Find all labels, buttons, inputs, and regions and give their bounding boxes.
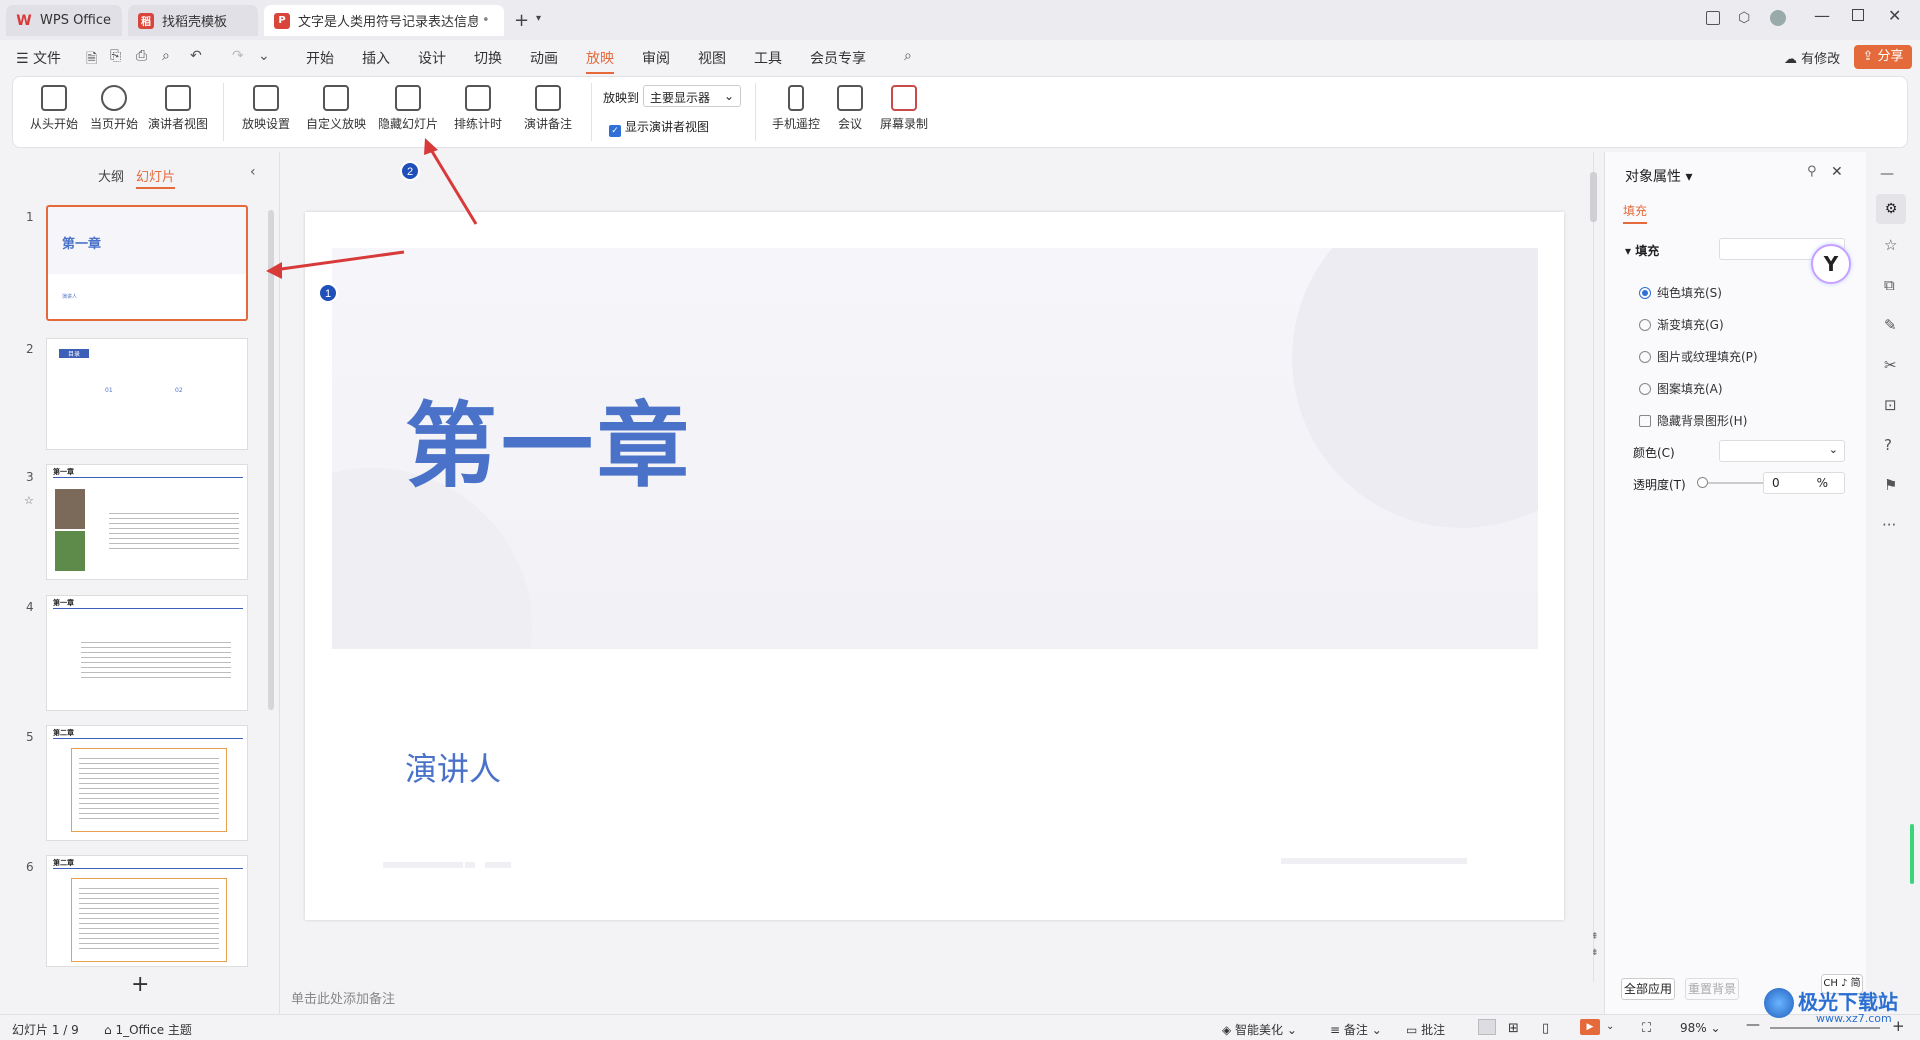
arrow-head-icon — [424, 138, 438, 155]
transparency-input[interactable]: 0% — [1763, 472, 1845, 494]
checkbox-icon — [1639, 415, 1651, 427]
transparency-unit: % — [1816, 476, 1828, 490]
badge-number: 1 — [325, 288, 331, 300]
pane-title[interactable]: 对象属性 ▾ — [1625, 166, 1692, 186]
section-label: 填充 — [1635, 244, 1660, 258]
slide-counter: 幻灯片 1 / 9 — [12, 1023, 79, 1037]
option-gradient-fill[interactable]: 渐变填充(G) — [1639, 316, 1724, 333]
fit-icon[interactable]: ⛶ — [1642, 1021, 1651, 1036]
zoom-value: 98% — [1680, 1021, 1707, 1035]
smart-beautify[interactable]: ◈ 智能美化 ⌄ — [1222, 1021, 1297, 1038]
shirt-icon[interactable]: ⚑ — [1884, 476, 1897, 494]
book-icon[interactable]: ⊡ — [1884, 396, 1897, 414]
comments-label: 批注 — [1421, 1023, 1446, 1037]
chevron-down-icon: ⌄ — [1828, 443, 1838, 456]
radio-icon — [1639, 319, 1651, 331]
reset-background-button[interactable]: 重置背景 — [1685, 978, 1739, 1000]
theme-name[interactable]: ⌂ 1_Office 主题 — [104, 1021, 192, 1038]
option-label: 隐藏背景图形(H) — [1657, 414, 1748, 428]
tools-icon[interactable]: ✂ — [1884, 356, 1897, 374]
zoom-out-icon[interactable]: — — [1746, 1017, 1760, 1033]
watermark-logo-icon — [1764, 988, 1794, 1018]
pane-title-label: 对象属性 — [1625, 169, 1681, 185]
transparency-value: 0 — [1772, 476, 1780, 490]
comments-toggle[interactable]: ▭ 批注 — [1406, 1021, 1445, 1038]
option-label: 图案填充(A) — [1657, 382, 1723, 396]
option-pattern-fill[interactable]: 图案填充(A) — [1639, 380, 1723, 397]
apply-all-button[interactable]: 全部应用 — [1621, 978, 1675, 1000]
object-properties-pane: 对象属性 ▾ ⚲ ✕ 填充 ▾ 填充 Y 纯色填充(S) 渐变填充(G) 图片或… — [1604, 152, 1866, 1014]
chevron-down-icon[interactable]: ⌄ — [1606, 1021, 1614, 1032]
theme-label: 1_Office 主题 — [115, 1023, 192, 1037]
reading-view-icon[interactable]: ▯ — [1542, 1021, 1549, 1036]
badge-number: 2 — [407, 166, 413, 178]
hide-background-checkbox[interactable]: 隐藏背景图形(H) — [1639, 412, 1747, 429]
pin-icon[interactable]: ⚲ — [1807, 164, 1817, 179]
properties-icon[interactable]: ⚙ — [1876, 194, 1906, 224]
option-label: 渐变填充(G) — [1657, 318, 1724, 332]
arrow-head-icon — [266, 262, 282, 279]
edit-icon[interactable]: ✎ — [1884, 316, 1897, 334]
fill-section-header[interactable]: ▾ 填充 — [1625, 242, 1659, 259]
option-label: 纯色填充(S) — [1657, 286, 1722, 300]
option-picture-fill[interactable]: 图片或纹理填充(P) — [1639, 348, 1758, 365]
sorter-view-icon[interactable]: ⊞ — [1508, 1021, 1519, 1036]
zoom-level[interactable]: 98% ⌄ — [1680, 1021, 1721, 1035]
more-icon[interactable]: ··· — [1882, 516, 1896, 534]
annotation-arrow-1 — [273, 250, 405, 272]
annotation-arrow-2 — [428, 147, 478, 225]
color-label: 颜色(C) — [1633, 446, 1675, 460]
watermark-url: www.xz7.com — [1816, 1012, 1892, 1025]
option-label: 图片或纹理填充(P) — [1657, 350, 1758, 364]
radio-icon — [1639, 287, 1651, 299]
progress-indicator — [1910, 824, 1914, 884]
status-bar: 幻灯片 1 / 9 ⌂ 1_Office 主题 ◈ 智能美化 ⌄ ≡ 备注 ⌄ … — [0, 1014, 1920, 1040]
star-icon[interactable]: ☆ — [1884, 236, 1897, 254]
side-toolbar: — ⚙ ☆ ⧉ ✎ ✂ ⊡ ? ⚑ ··· — [1866, 152, 1920, 1014]
radio-icon — [1639, 383, 1651, 395]
close-pane-icon[interactable]: ✕ — [1831, 164, 1843, 180]
normal-view-icon[interactable] — [1478, 1019, 1496, 1035]
beautify-label: 智能美化 — [1235, 1023, 1284, 1037]
transparency-label: 透明度(T) — [1633, 478, 1686, 492]
notes-toggle[interactable]: ≡ 备注 ⌄ — [1330, 1021, 1382, 1038]
copy-icon[interactable]: ⧉ — [1884, 276, 1895, 294]
color-select[interactable]: ⌄ — [1719, 440, 1845, 462]
assistant-icon[interactable]: Y — [1811, 244, 1851, 284]
help-icon[interactable]: ? — [1884, 436, 1892, 454]
notes-label: 备注 — [1343, 1023, 1368, 1037]
radio-icon — [1639, 351, 1651, 363]
collapse-icon[interactable]: — — [1880, 166, 1894, 182]
play-icon[interactable]: ▶ — [1580, 1019, 1600, 1035]
transparency-slider-handle[interactable] — [1697, 477, 1708, 488]
tab-fill[interactable]: 填充 — [1623, 202, 1648, 224]
watermark-logo: 极光下载站 www.xz7.com — [1764, 984, 1914, 1030]
watermark-text: 极光下载站 — [1798, 990, 1898, 1014]
option-solid-fill[interactable]: 纯色填充(S) — [1639, 284, 1722, 301]
